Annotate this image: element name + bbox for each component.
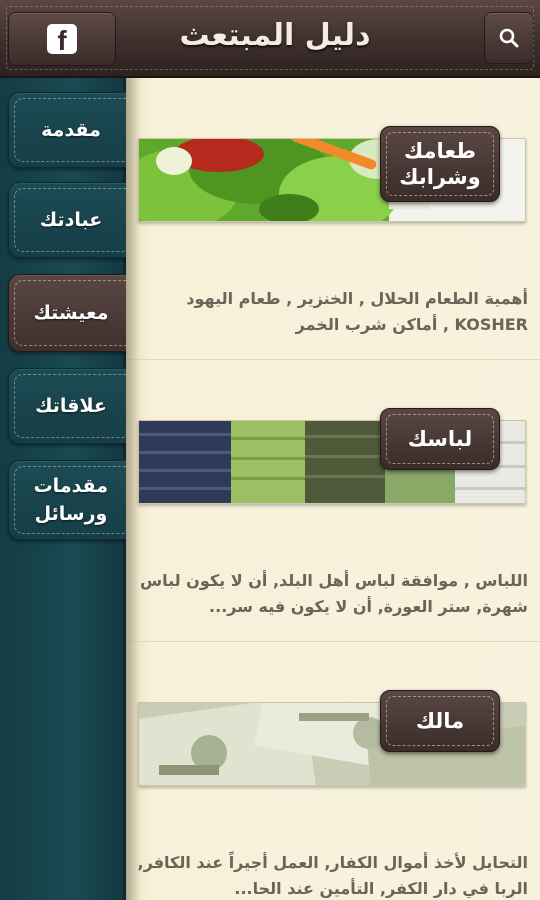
list-item-clothing[interactable]: لباسك اللباس , موافقة لباس أهل البلد, أن… — [126, 360, 540, 642]
sidebar-item-relations[interactable]: علاقاتك — [8, 368, 128, 444]
category-tag: لباسك — [380, 408, 500, 470]
sidebar-item-intros-letters[interactable]: مقدمات ورسائل — [8, 460, 128, 540]
sidebar-item-intro[interactable]: مقدمة — [8, 92, 128, 168]
facebook-icon: f — [47, 24, 77, 54]
card-description: اللباس , موافقة لباس أهل البلد, أن لا يك… — [139, 571, 528, 616]
content-list: طعامك وشرابك أهمية الطعام الحلال , الخنز… — [126, 78, 540, 900]
sidebar-item-worship[interactable]: عبادتك — [8, 182, 128, 258]
list-item-money[interactable]: مالك التحايل لأخذ أموال الكفار, العمل أج… — [126, 642, 540, 900]
sidebar-item-label: علاقاتك — [35, 395, 107, 417]
sidebar-item-living[interactable]: معيشتك — [8, 274, 128, 352]
category-tag: مالك — [380, 690, 500, 752]
list-item-food[interactable]: طعامك وشرابك أهمية الطعام الحلال , الخنز… — [126, 78, 540, 360]
sidebar-item-label: مقدمات ورسائل — [33, 475, 108, 525]
category-tag: طعامك وشرابك — [380, 126, 500, 202]
search-button[interactable] — [484, 12, 534, 64]
card-description: التحايل لأخذ أموال الكفار, العمل أجيراً … — [137, 853, 528, 898]
sidebar-item-label: مقدمة — [41, 119, 101, 141]
search-icon — [499, 28, 519, 48]
card-description: أهمية الطعام الحلال , الخنزير , طعام الي… — [186, 289, 528, 334]
sidebar: مقدمة عبادتك معيشتك علاقاتك مقدمات ورسائ… — [0, 78, 128, 900]
sidebar-item-label: معيشتك — [33, 302, 109, 324]
app-header: f دليل المبتعث — [0, 0, 540, 78]
app-title: دليل المبتعث — [179, 18, 371, 53]
sidebar-item-label: عبادتك — [39, 209, 103, 231]
facebook-button[interactable]: f — [8, 12, 116, 66]
